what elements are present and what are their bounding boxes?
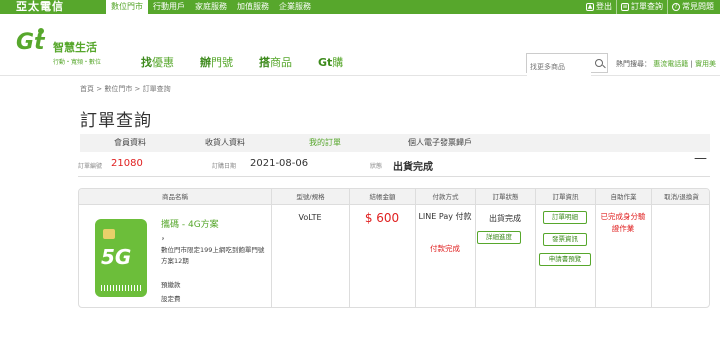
order-query-label: 訂單查詢 xyxy=(631,2,663,11)
product-prepay: 預繳款 xyxy=(161,281,181,289)
brand-logo-text[interactable]: 亞太電信 xyxy=(16,0,64,14)
logout-label: 登出 xyxy=(596,2,612,11)
barcode-icon xyxy=(101,285,141,291)
col-header-spec: 型號/規格 xyxy=(271,189,349,205)
faq-link[interactable]: ? 常見問題 xyxy=(667,0,718,14)
product-subtitle: ， xyxy=(161,232,169,241)
order-number: 21080 xyxy=(111,158,143,169)
top-tab-enterprise[interactable]: 企業服務 xyxy=(274,0,316,14)
nav-gt-shop[interactable]: Gt購 xyxy=(318,54,343,70)
table-header: 商品名稱 型號/規格 結帳金額 付款方式 訂單狀態 訂單資訊 自助作業 取消/退… xyxy=(79,189,709,205)
progress-detail-button[interactable]: 詳細進度 xyxy=(477,231,521,244)
col-header-payment: 付款方式 xyxy=(415,189,475,205)
hot-search-item[interactable]: 惠流電話籍 xyxy=(653,60,688,68)
main-nav: 找優惠 辦門號 搭商品 Gt購 xyxy=(141,54,343,70)
sim-chip-icon xyxy=(103,229,115,239)
hot-search: 熱門搜尋： 惠流電話籍 | 實用美 xyxy=(616,60,717,68)
logo-dot xyxy=(38,28,44,34)
col-header-amount: 結帳金額 xyxy=(349,189,415,205)
search-box xyxy=(526,53,608,76)
shipping-status: 出貨完成 xyxy=(489,214,521,223)
nav-get-number[interactable]: 辦門號 xyxy=(200,54,233,70)
top-tab-home-service[interactable]: 家庭服務 xyxy=(190,0,232,14)
collapse-icon[interactable]: — xyxy=(694,151,707,166)
payment-method: LINE Pay 付款 xyxy=(418,212,472,221)
col-header-order-status: 訂單狀態 xyxy=(475,189,535,205)
top-right-links: ▲ 登出 ≡ 訂單查詢 ? 常見問題 xyxy=(582,0,718,14)
order-table: 商品名稱 型號/規格 結帳金額 付款方式 訂單狀態 訂單資訊 自助作業 取消/退… xyxy=(78,188,710,308)
search-icon[interactable] xyxy=(595,59,603,67)
page-title: 訂單查詢 xyxy=(80,111,152,131)
product-name[interactable]: 攜碼 - 4G方案 xyxy=(161,217,219,230)
col-header-order-info: 訂單資訊 xyxy=(535,189,595,205)
order-status: 出貨完成 xyxy=(393,162,433,173)
product-description: 數位門市限定199上網吃到飽單門號方案12期 xyxy=(161,246,265,265)
tab-my-orders[interactable]: 我的訂單 xyxy=(270,134,380,152)
account-tabs: 會員資料 收貨人資料 我的訂單 個人電子發票歸戶 xyxy=(80,134,710,152)
tab-e-invoice[interactable]: 個人電子發票歸戶 xyxy=(380,134,500,152)
user-icon: ▲ xyxy=(586,3,594,11)
5g-logo-icon: 5G xyxy=(101,245,132,269)
top-tab-value-added[interactable]: 加值服務 xyxy=(232,0,274,14)
top-tab-mobile-users[interactable]: 行動用戶 xyxy=(148,0,190,14)
top-bar: 亞太電信 數位門市 行動用戶 家庭服務 加值服務 企業服務 ▲ 登出 ≡ 訂單查詢 … xyxy=(0,0,720,16)
self-service-status: 已完成身分驗證作業 xyxy=(600,212,646,233)
invoice-info-button[interactable]: 發票資訊 xyxy=(543,233,587,246)
order-date-label: 訂購日期 xyxy=(212,163,237,170)
search-input[interactable] xyxy=(527,58,591,76)
faq-label: 常見問題 xyxy=(682,2,714,11)
order-summary: 訂單編號 21080 訂購日期 2021-08-06 狀態 出貨完成 xyxy=(78,156,710,174)
tab-member-info[interactable]: 會員資料 xyxy=(80,134,180,152)
product-setup-fee: 設定費 xyxy=(161,295,181,303)
breadcrumb[interactable]: 首頁 > 數位門市 > 訂單查詢 xyxy=(80,84,171,94)
order-query-link[interactable]: ≡ 訂單查詢 xyxy=(616,0,667,14)
product-spec: VoLTE xyxy=(298,213,322,222)
col-header-self-service: 自助作業 xyxy=(595,189,651,205)
order-number-label: 訂單編號 xyxy=(78,163,103,170)
nav-find-deals[interactable]: 找優惠 xyxy=(141,54,174,70)
col-header-cancel: 取消/退換貨 xyxy=(651,189,709,205)
col-header-product: 商品名稱 xyxy=(162,193,188,201)
tab-recipient-info[interactable]: 收貨人資料 xyxy=(180,134,270,152)
document-icon: ≡ xyxy=(621,3,629,11)
order-date: 2021-08-06 xyxy=(250,158,309,169)
application-preview-button[interactable]: 申請書預覽 xyxy=(539,253,591,266)
logo-name: 智慧生活 xyxy=(53,41,97,54)
top-tabs: 數位門市 行動用戶 家庭服務 加值服務 企業服務 xyxy=(106,0,316,16)
hot-search-item[interactable]: 實用美 xyxy=(695,60,716,68)
product-image: 5G xyxy=(95,219,147,297)
payment-status: 付款完成 xyxy=(430,244,460,253)
question-icon: ? xyxy=(672,3,680,11)
nav-bundle-products[interactable]: 搭商品 xyxy=(259,54,292,70)
logout-link[interactable]: ▲ 登出 xyxy=(582,0,616,14)
order-detail-button[interactable]: 訂單明細 xyxy=(543,211,587,224)
site-header: Gt 智慧生活 行動・寬頻・數位 找優惠 辦門號 搭商品 Gt購 熱門搜尋： 惠… xyxy=(0,14,720,76)
logo-tagline: 行動・寬頻・數位 xyxy=(53,59,102,66)
order-amount: $ 600 xyxy=(364,211,400,225)
divider xyxy=(78,176,710,177)
order-status-label: 狀態 xyxy=(370,163,383,170)
hot-search-label: 熱門搜尋： xyxy=(616,60,651,68)
